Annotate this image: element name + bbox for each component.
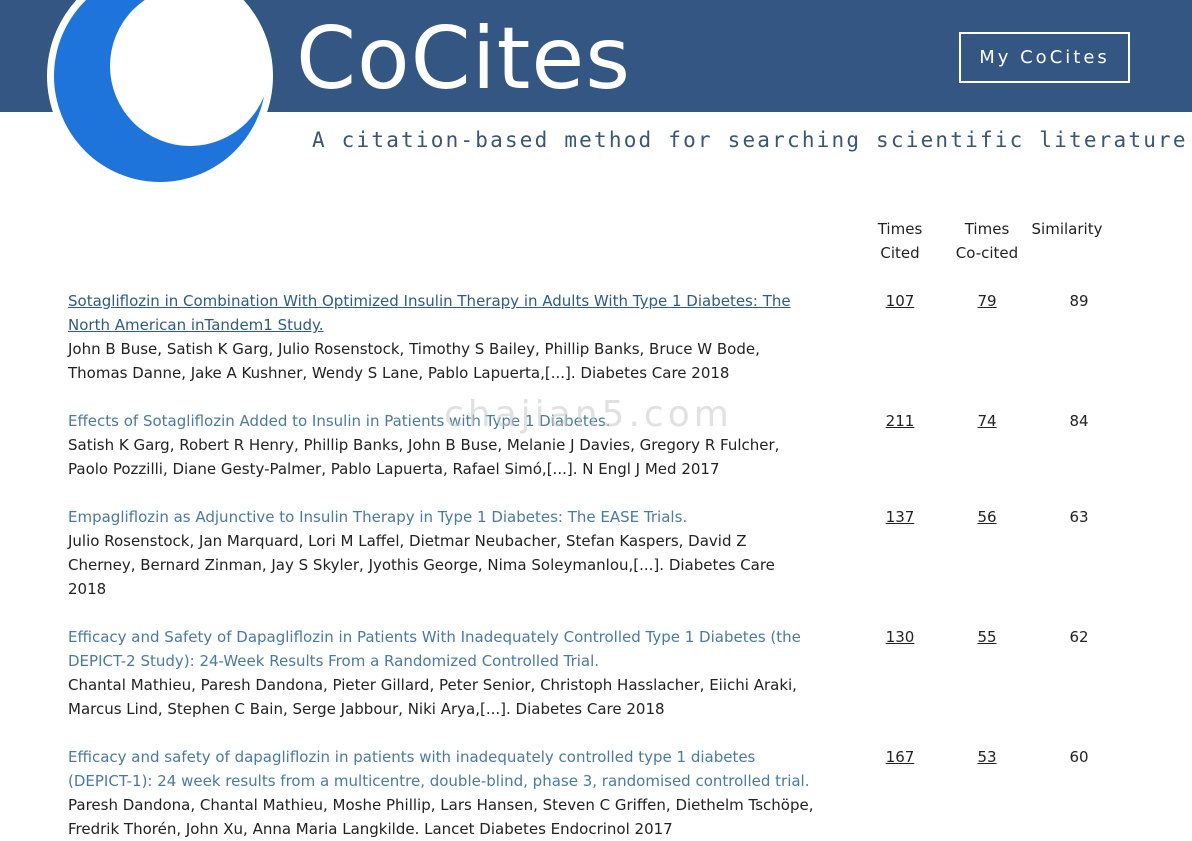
- title-line: DEPICT-2 Study): 24-Week Results From a …: [68, 652, 600, 670]
- paper-info: Efficacy and Safety of Dapagliflozin in …: [68, 625, 828, 721]
- crescent-logo-icon[interactable]: [44, 0, 276, 192]
- column-header-line: Times: [964, 220, 1010, 238]
- similarity-value: 84: [1069, 412, 1089, 430]
- paper-title-link[interactable]: Sotagliflozin in Combination With Optimi…: [68, 292, 791, 334]
- column-header-line: Cited: [880, 244, 920, 262]
- times-cocited-link[interactable]: 56: [954, 505, 1020, 529]
- times-cited-link[interactable]: 137: [868, 505, 932, 529]
- result-row: Effects of Sotagliflozin Added to Insuli…: [68, 409, 1168, 481]
- title-line: Sotagliflozin in Combination With Optimi…: [68, 292, 791, 310]
- similarity-value: 60: [1069, 748, 1089, 766]
- paper-authors: John B Buse, Satish K Garg, Julio Rosens…: [68, 340, 760, 382]
- paper-title-link[interactable]: Empagliflozin as Adjunctive to Insulin T…: [68, 508, 687, 526]
- paper-title-link[interactable]: Effects of Sotagliflozin Added to Insuli…: [68, 412, 611, 430]
- paper-authors: Paresh Dandona, Chantal Mathieu, Moshe P…: [68, 796, 814, 838]
- paper-info: Effects of Sotagliflozin Added to Insuli…: [68, 409, 828, 481]
- title-line: Effects of Sotagliflozin Added to Insuli…: [68, 412, 611, 430]
- result-row: Efficacy and safety of dapagliflozin in …: [68, 745, 1168, 841]
- times-cited-link[interactable]: 211: [868, 409, 932, 433]
- times-cocited-link[interactable]: 79: [954, 289, 1020, 313]
- title-line: (DEPICT-1): 24 week results from a multi…: [68, 772, 810, 790]
- paper-info: Efficacy and safety of dapagliflozin in …: [68, 745, 848, 841]
- times-cited-link[interactable]: 107: [868, 289, 932, 313]
- similarity-value: 62: [1069, 628, 1089, 646]
- column-header-similarity[interactable]: Similarity: [1026, 217, 1108, 241]
- column-header-times-cited[interactable]: Times Cited: [868, 217, 932, 265]
- result-row: Empagliflozin as Adjunctive to Insulin T…: [68, 505, 1168, 601]
- times-cocited-link[interactable]: 55: [954, 625, 1020, 649]
- result-row: Sotagliflozin in Combination With Optimi…: [68, 289, 1168, 385]
- my-cocites-button[interactable]: My CoCites: [959, 32, 1130, 83]
- title-line: North American inTandem1 Study.: [68, 316, 324, 334]
- column-header-line: Similarity: [1031, 220, 1103, 238]
- paper-title-link[interactable]: Efficacy and Safety of Dapagliflozin in …: [68, 628, 801, 670]
- column-header-line: Times: [877, 220, 923, 238]
- times-cited-link[interactable]: 130: [868, 625, 932, 649]
- paper-authors: Satish K Garg, Robert R Henry, Phillip B…: [68, 436, 780, 478]
- times-cited-link[interactable]: 167: [868, 745, 932, 769]
- paper-info: Empagliflozin as Adjunctive to Insulin T…: [68, 505, 828, 601]
- brand-title[interactable]: CoCites: [296, 4, 631, 114]
- paper-authors: Chantal Mathieu, Paresh Dandona, Pieter …: [68, 676, 797, 718]
- title-line: Empagliflozin as Adjunctive to Insulin T…: [68, 508, 688, 526]
- tagline: A citation-based method for searching sc…: [312, 128, 1188, 152]
- similarity-value: 63: [1069, 508, 1089, 526]
- similarity-value: 89: [1069, 292, 1089, 310]
- times-cocited-link[interactable]: 74: [954, 409, 1020, 433]
- paper-info: Sotagliflozin in Combination With Optimi…: [68, 289, 828, 385]
- title-line: Efficacy and safety of dapagliflozin in …: [68, 748, 756, 766]
- times-cocited-link[interactable]: 53: [954, 745, 1020, 769]
- title-line: Efficacy and Safety of Dapagliflozin in …: [68, 628, 801, 646]
- column-header-line: Co-cited: [955, 244, 1019, 262]
- column-header-times-cocited[interactable]: Times Co-cited: [946, 217, 1028, 265]
- paper-authors: Julio Rosenstock, Jan Marquard, Lori M L…: [68, 532, 775, 598]
- paper-title-link[interactable]: Efficacy and safety of dapagliflozin in …: [68, 748, 810, 790]
- result-row: Efficacy and Safety of Dapagliflozin in …: [68, 625, 1168, 721]
